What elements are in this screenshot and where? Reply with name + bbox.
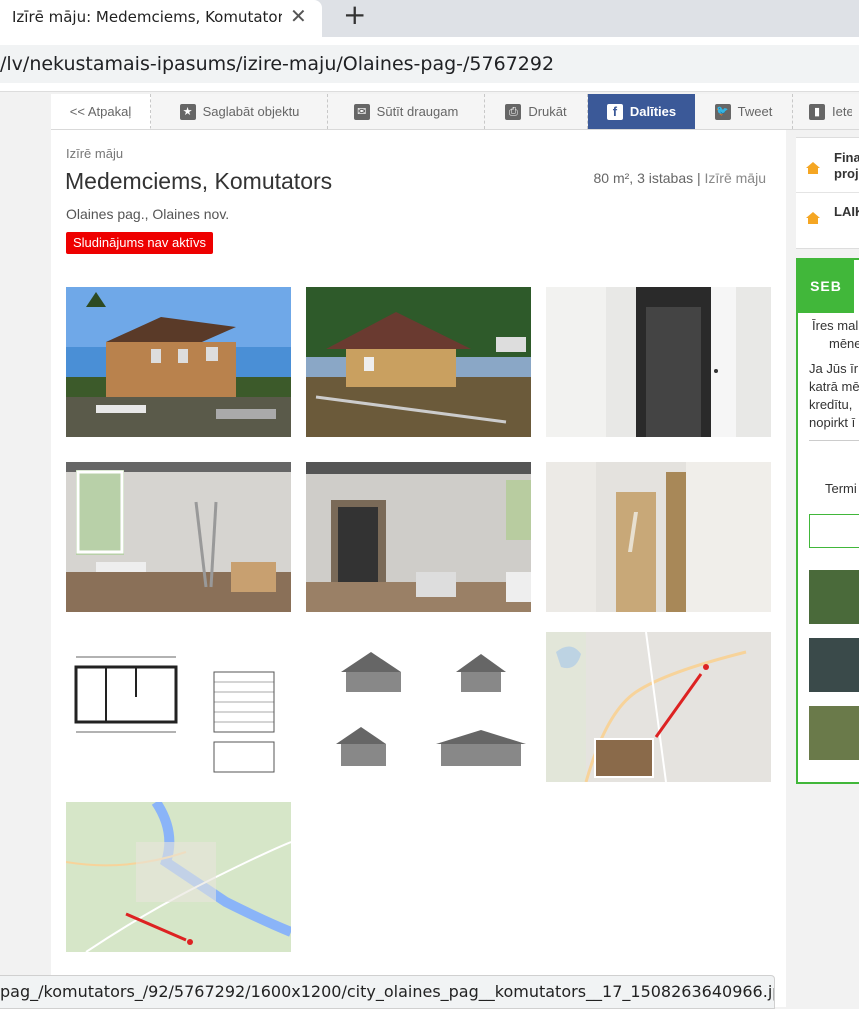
seb-logo: SEB <box>798 260 854 313</box>
send-label: Sūtīt draugam <box>376 104 459 119</box>
page-title: Medemciems, Komutators <box>65 168 333 194</box>
print-button[interactable]: ⎙ Drukāt <box>485 94 588 129</box>
status-bar: pag_/komutators_/92/5767292/1600x1200/ci… <box>0 975 775 1009</box>
seb-thumb-2[interactable] <box>809 638 859 692</box>
seb-headline-1: Īres mal <box>812 318 859 333</box>
status-badge: Sludinājums nav aktīvs <box>66 232 213 254</box>
recommend-label: Ieteikt <box>832 104 852 119</box>
photo-map-region[interactable] <box>66 802 291 952</box>
share-label: Dalīties <box>629 104 677 119</box>
photo-map-detail[interactable] <box>546 632 771 782</box>
photo-elevation-drawings[interactable] <box>306 632 531 782</box>
summary-size: 80 m², 3 istabas | <box>593 170 701 186</box>
photo-interior-room-window[interactable] <box>66 462 291 612</box>
photo-interior-door[interactable] <box>546 287 771 437</box>
facebook-icon: f <box>606 103 623 120</box>
twitter-icon: 🐦 <box>714 103 731 120</box>
tweet-label: Tweet <box>737 104 773 119</box>
envelope-icon: ✉ <box>353 103 370 120</box>
sidebar-divider <box>796 192 859 193</box>
print-label: Drukāt <box>528 104 567 119</box>
tab-title: Izīrē māju: Medemciems, Komutators <box>12 8 282 26</box>
close-icon[interactable]: ✕ <box>290 4 307 28</box>
summary-type-link[interactable]: Izīrē māju <box>705 170 766 186</box>
photo-interior-room-doorway[interactable] <box>306 462 531 612</box>
seb-term-input[interactable] <box>809 514 859 548</box>
sidebar-links: Fina proj LAIK <box>796 137 859 249</box>
address-bar: /lv/nekustamais-ipasums/izire-maju/Olain… <box>0 37 859 92</box>
seb-term-label: Termi <box>825 481 857 496</box>
printer-icon: ⎙ <box>505 103 522 120</box>
photo-interior-hallway[interactable] <box>546 462 771 612</box>
save-object-button[interactable]: ★ Saglabāt objektu <box>152 94 328 129</box>
seb-text-4: nopirkt ī <box>809 415 856 430</box>
seb-divider <box>809 440 859 441</box>
listing-panel: << Atpakaļ ★ Saglabāt objektu ✉ Sūtīt dr… <box>51 94 859 1007</box>
sidebar-item-laik[interactable]: LAIK <box>796 204 859 234</box>
listing-category: Izīrē māju <box>66 146 124 161</box>
save-label: Saglabāt objektu <box>202 104 300 119</box>
sidebar-item-finance-line2: proj <box>834 166 859 181</box>
address-text[interactable]: /lv/nekustamais-ipasums/izire-maju/Olain… <box>0 53 554 75</box>
seb-ad-panel[interactable]: SEB Īres mal mēne Ja Jūs īr katrā mē kre… <box>796 258 859 784</box>
listing-summary: 80 m², 3 istabas | Izīrē māju <box>594 170 767 186</box>
seb-text-2: katrā mē <box>809 379 859 394</box>
sidebar-item-finance[interactable]: Fina proj <box>796 150 859 190</box>
sidebar-item-laik-label: LAIK <box>834 204 859 219</box>
recommend-icon: ▮ <box>809 103 825 120</box>
recommend-button[interactable]: ▮ Ieteikt <box>793 94 859 129</box>
browser-tab[interactable]: Izīrē māju: Medemciems, Komutators ✕ <box>0 0 322 37</box>
tweet-button[interactable]: 🐦 Tweet <box>695 94 793 129</box>
seb-text-1: Ja Jūs īr <box>809 361 859 376</box>
seb-text-3: kredītu, <box>809 397 853 412</box>
listing-location: Olaines pag., Olaines nov. <box>66 206 230 222</box>
photo-house-construction-2[interactable] <box>306 287 531 437</box>
browser-tab-strip: Izīrē māju: Medemciems, Komutators ✕ + <box>0 0 859 37</box>
action-toolbar: << Atpakaļ ★ Saglabāt objektu ✉ Sūtīt dr… <box>51 94 859 130</box>
back-button[interactable]: << Atpakaļ <box>51 94 151 129</box>
home-icon <box>806 162 820 174</box>
seb-headline-2: mēne <box>829 336 859 351</box>
star-icon: ★ <box>179 103 196 120</box>
seb-thumb-3[interactable] <box>809 706 859 760</box>
photo-house-construction-1[interactable] <box>66 287 291 437</box>
home-icon <box>806 212 820 224</box>
photo-floor-plan[interactable] <box>66 632 291 782</box>
sidebar-item-finance-line1: Fina <box>834 150 859 165</box>
send-friend-button[interactable]: ✉ Sūtīt draugam <box>328 94 485 129</box>
facebook-share-button[interactable]: f Dalīties <box>588 94 695 129</box>
seb-thumb-1[interactable] <box>809 570 859 624</box>
new-tab-icon[interactable]: + <box>343 0 366 31</box>
back-label: << Atpakaļ <box>69 103 132 119</box>
